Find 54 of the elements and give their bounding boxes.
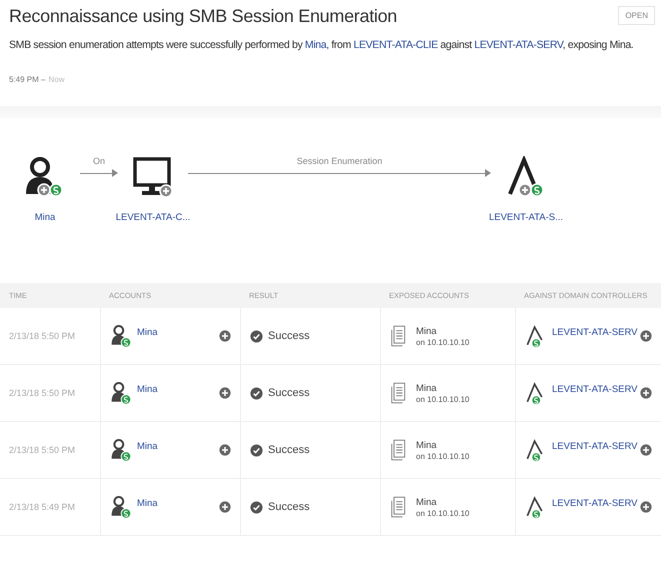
result-text: Success bbox=[268, 444, 310, 456]
document-icon bbox=[390, 439, 406, 461]
result-text: Success bbox=[268, 387, 310, 399]
exposed-host: on 10.10.10.10 bbox=[416, 394, 470, 404]
check-icon bbox=[250, 500, 263, 514]
exposed-account: Mina bbox=[416, 326, 438, 336]
add-icon[interactable] bbox=[219, 444, 231, 456]
document-icon bbox=[390, 325, 406, 347]
exposed-account: Mina bbox=[416, 440, 438, 450]
time-cell: 2/13/18 5:50 PM bbox=[9, 445, 76, 455]
entity-link[interactable]: LEVENT-ATA-SERV bbox=[474, 39, 563, 51]
time-cell: 2/13/18 5:50 PM bbox=[9, 331, 76, 341]
exposed-host: on 10.10.10.10 bbox=[416, 338, 470, 346]
check-icon bbox=[250, 386, 263, 400]
result-text: Success bbox=[268, 330, 310, 342]
exposed-account: Mina bbox=[416, 382, 438, 394]
document-icon bbox=[390, 496, 406, 518]
time-start: 5:49 PM – bbox=[9, 75, 46, 84]
exposed-account: Mina bbox=[416, 496, 438, 508]
arrow bbox=[80, 169, 118, 177]
controller-link[interactable]: LEVENT-ATA-SERV bbox=[552, 440, 638, 452]
alert-title: Reconnaissance using SMB Session Enumeration bbox=[9, 6, 398, 27]
entity-link[interactable]: LEVENT-ATA-CLIE bbox=[353, 39, 438, 51]
time-cell: 2/13/18 5:50 PM bbox=[9, 388, 76, 398]
exposed-host: on 10.10.10.10 bbox=[416, 452, 470, 460]
account-link[interactable]: Mina bbox=[137, 440, 158, 452]
controller-link[interactable]: LEVENT-ATA-SERV bbox=[552, 384, 638, 394]
node-label[interactable]: Mina bbox=[34, 212, 56, 223]
node-label[interactable]: LEVENT-ATA-S... bbox=[488, 212, 564, 223]
add-icon[interactable] bbox=[219, 501, 231, 513]
add-icon[interactable] bbox=[640, 444, 652, 456]
document-icon bbox=[390, 382, 406, 404]
check-icon bbox=[250, 330, 263, 342]
add-icon[interactable] bbox=[640, 501, 652, 513]
exposed-host: on 10.10.10.10 bbox=[416, 508, 470, 518]
account-link[interactable]: Mina bbox=[137, 326, 158, 338]
result-text: Success bbox=[268, 501, 310, 513]
account-link[interactable]: Mina bbox=[137, 384, 158, 394]
alert-description: SMB session enumeration attempts were successfully performed by Mina, from LEVENT-ATA-CLIE against LEVENT-ATA-SERV, exposing Mina. bbox=[9, 39, 634, 51]
time-end: Now bbox=[48, 75, 64, 84]
account-link[interactable]: Mina bbox=[137, 498, 158, 508]
edge-label: On bbox=[92, 156, 105, 166]
time-cell: 2/13/18 5:49 PM bbox=[9, 502, 76, 512]
node-label[interactable]: LEVENT-ATA-C... bbox=[116, 212, 190, 223]
controller-link[interactable]: LEVENT-ATA-SERV bbox=[552, 326, 638, 338]
add-icon[interactable] bbox=[640, 330, 652, 342]
add-icon[interactable] bbox=[219, 330, 231, 342]
controller-link[interactable]: LEVENT-ATA-SERV bbox=[552, 498, 638, 508]
open-button[interactable]: OPEN bbox=[618, 6, 655, 25]
add-icon[interactable] bbox=[640, 387, 652, 399]
edge-label: Session Enumeration bbox=[296, 156, 382, 166]
check-icon bbox=[250, 444, 263, 456]
entity-link[interactable]: Mina, bbox=[304, 39, 329, 51]
add-icon[interactable] bbox=[219, 387, 231, 399]
